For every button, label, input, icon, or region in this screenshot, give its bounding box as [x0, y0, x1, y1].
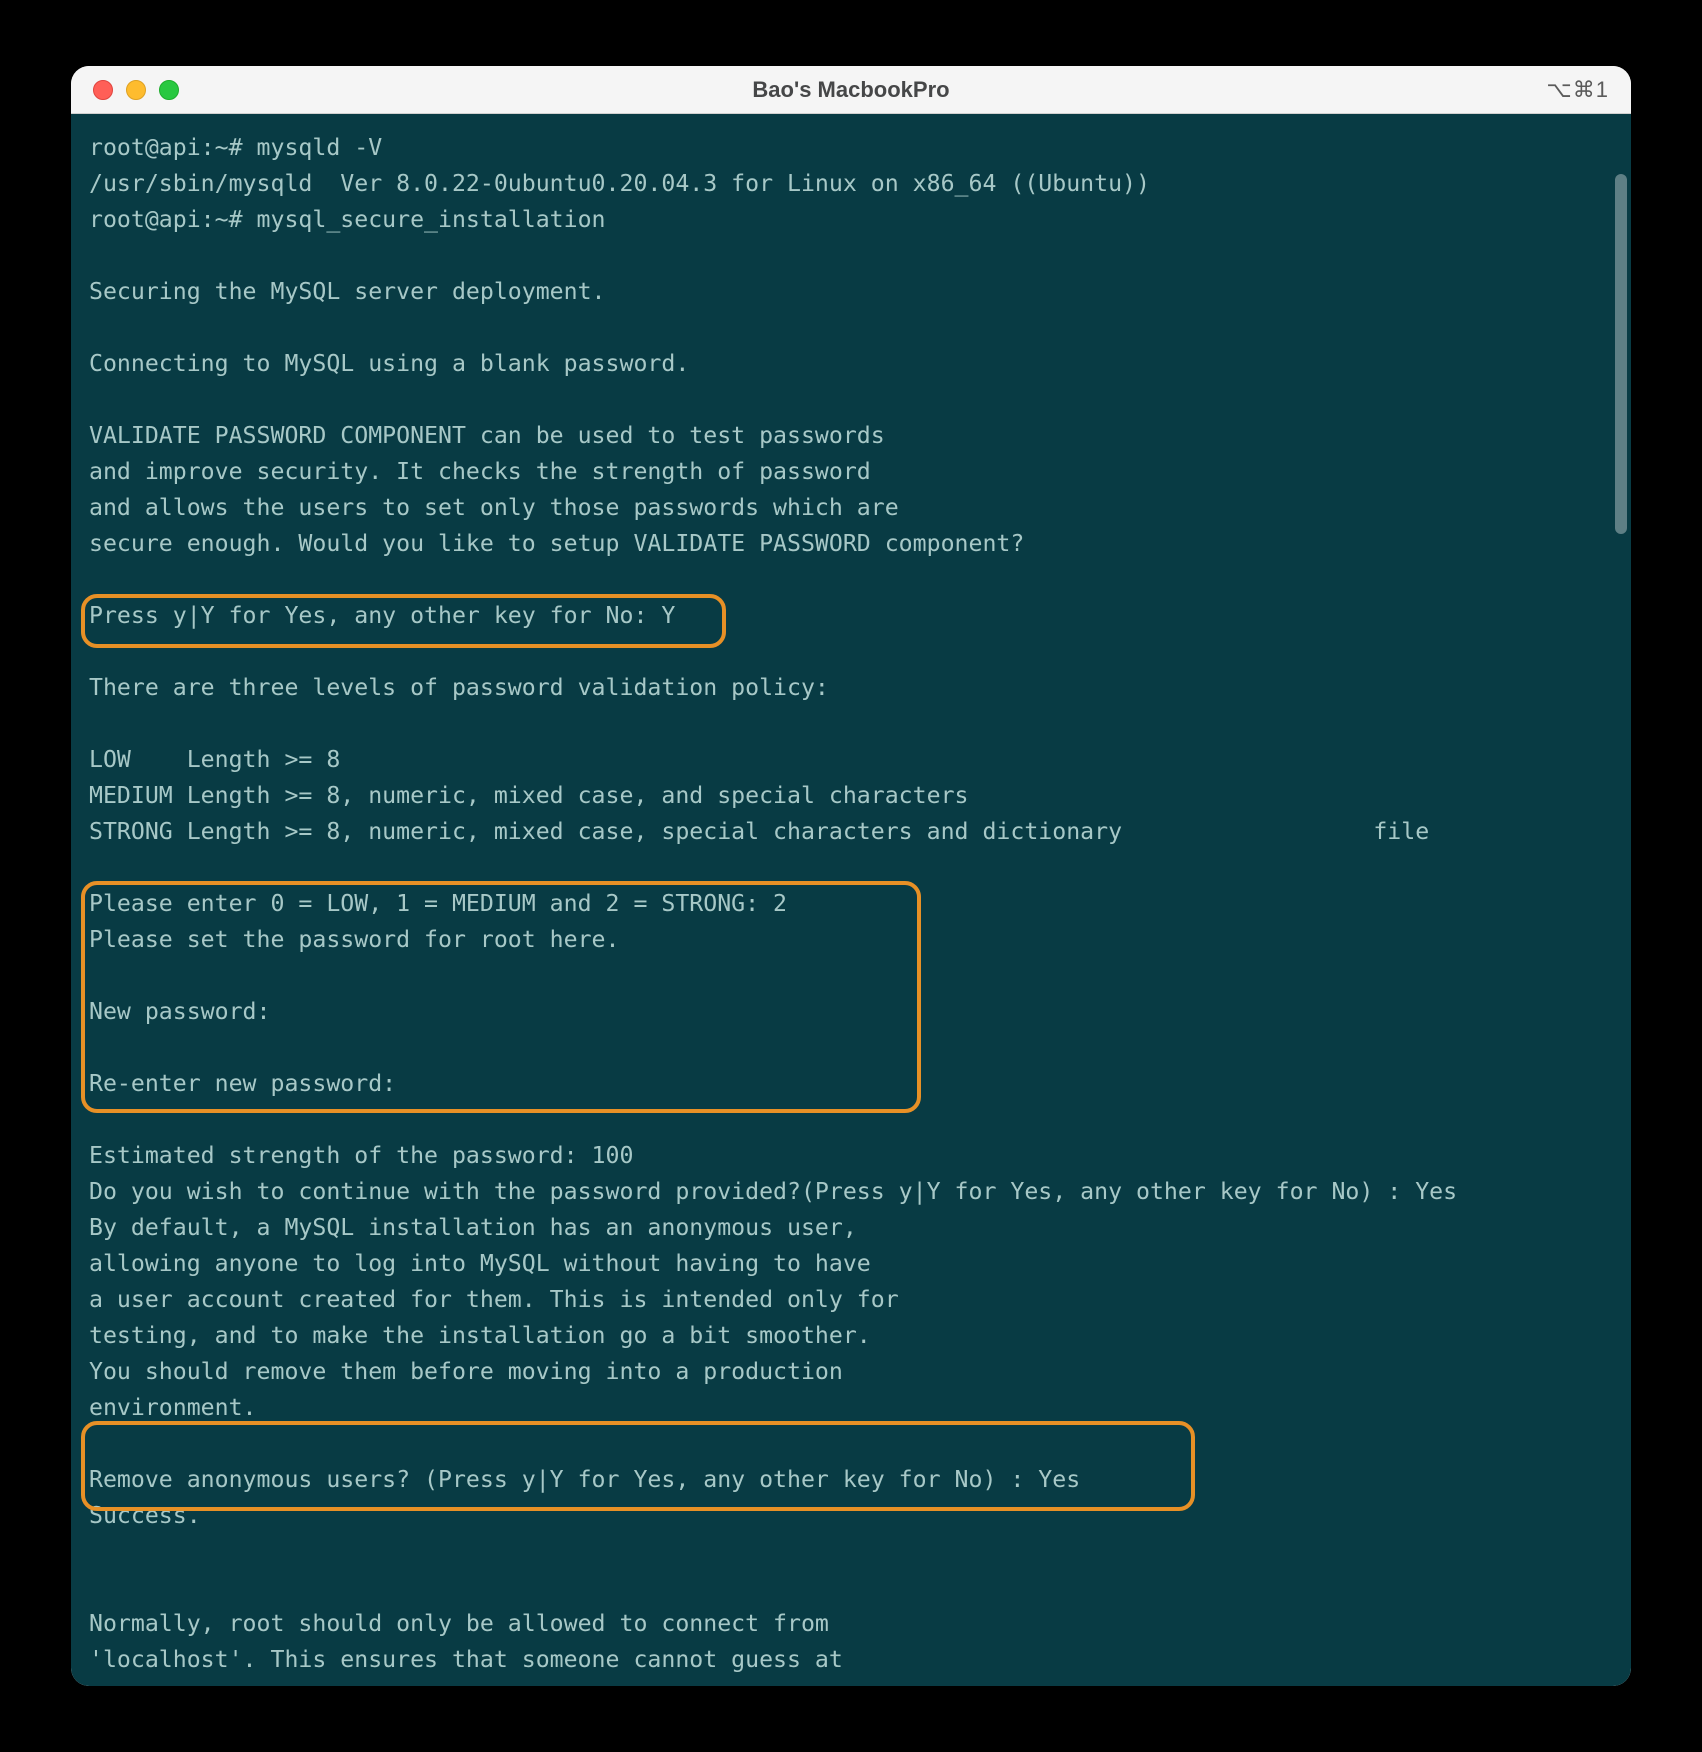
maximize-button[interactable]: [159, 80, 179, 100]
close-button[interactable]: [93, 80, 113, 100]
terminal-text: root@api:~# mysqld -V /usr/sbin/mysqld V…: [89, 134, 1457, 1673]
traffic-lights: [71, 80, 179, 100]
titlebar: Bao's MacbookPro ⌥⌘1: [71, 66, 1631, 114]
terminal-content[interactable]: root@api:~# mysqld -V /usr/sbin/mysqld V…: [71, 114, 1631, 1686]
minimize-button[interactable]: [126, 80, 146, 100]
scrollbar-thumb[interactable]: [1615, 174, 1627, 534]
terminal-window: Bao's MacbookPro ⌥⌘1 root@api:~# mysqld …: [71, 66, 1631, 1686]
window-title: Bao's MacbookPro: [71, 77, 1631, 103]
shortcut-hint: ⌥⌘1: [1546, 77, 1631, 103]
